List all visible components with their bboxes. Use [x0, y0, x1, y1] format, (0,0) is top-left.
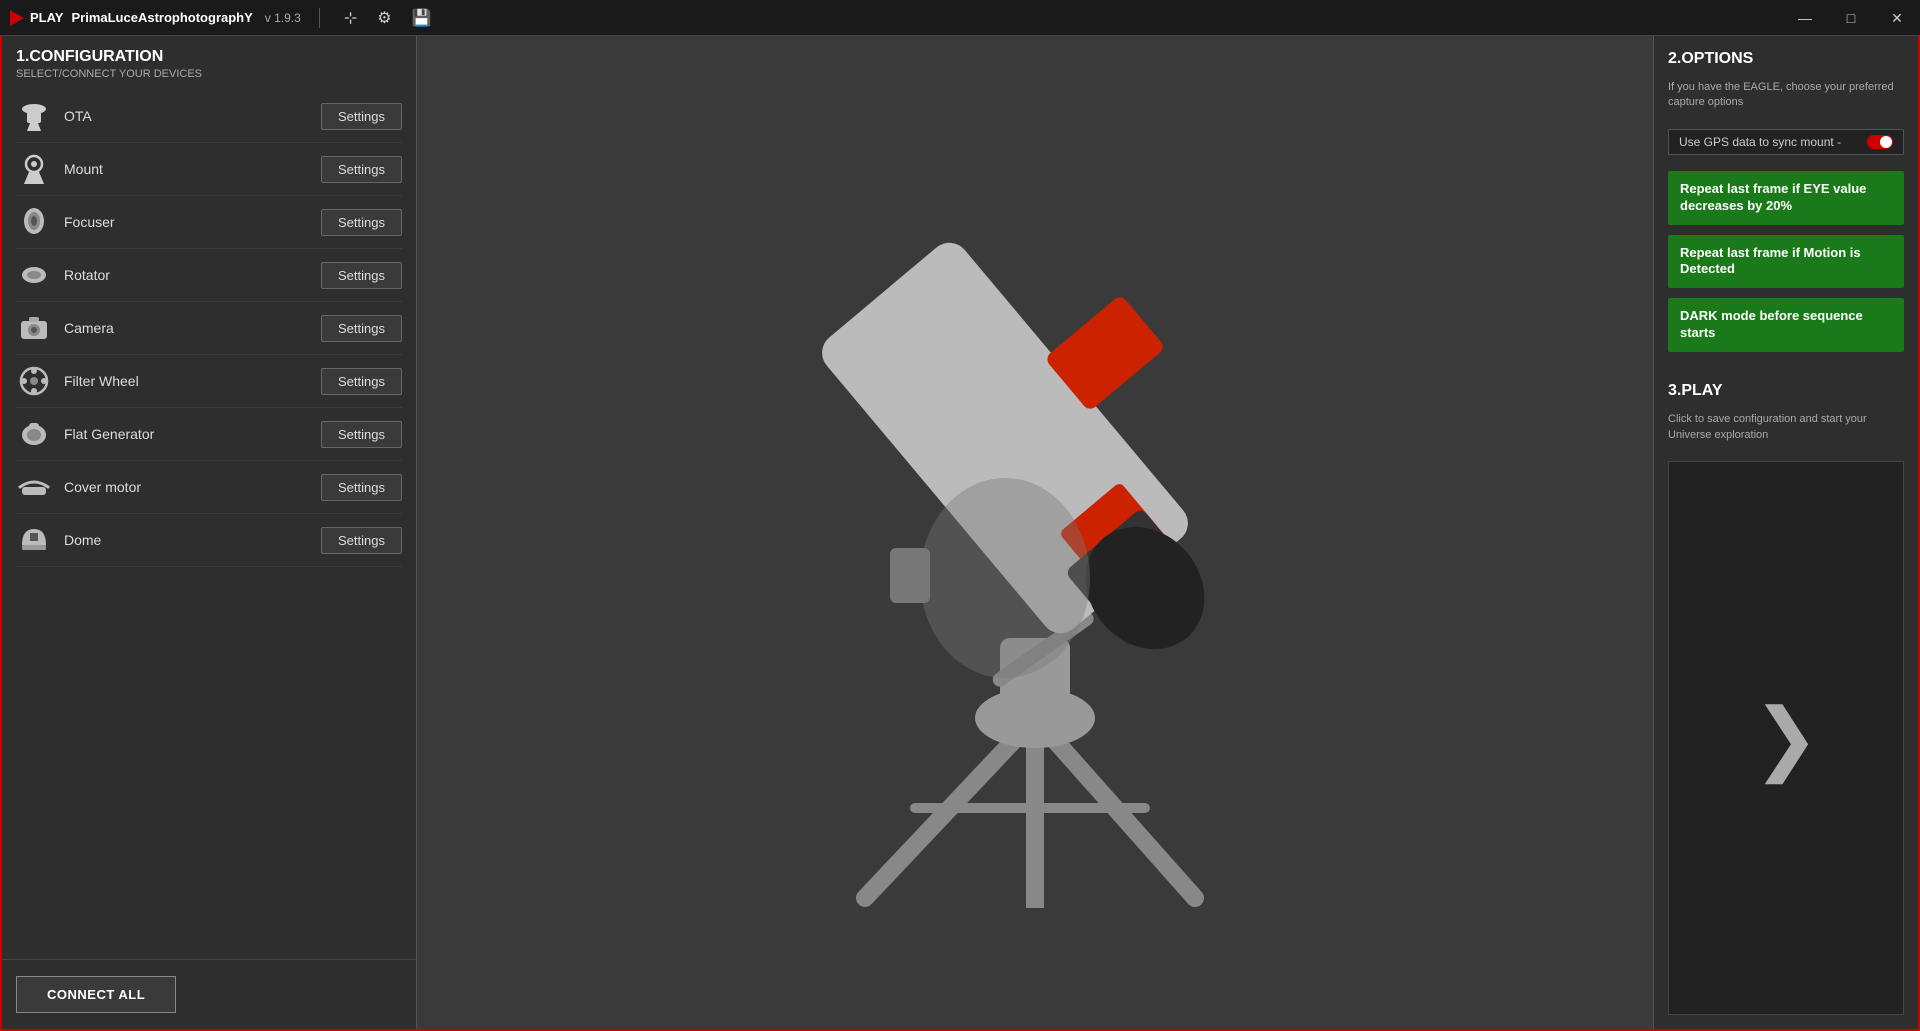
device-row-rotator: Rotator Settings: [16, 249, 402, 302]
gps-toggle[interactable]: [1867, 135, 1893, 149]
connect-all-button[interactable]: CONNECT ALL: [16, 976, 176, 1013]
options-title: 2.OPTIONS: [1668, 50, 1904, 68]
play-title: 3.PLAY: [1668, 382, 1904, 400]
main-container: 1.CONFIGURATION SELECT/CONNECT YOUR DEVI…: [0, 36, 1920, 1031]
gps-label: Use GPS data to sync mount -: [1679, 135, 1867, 149]
filterwheel-settings-button[interactable]: Settings: [321, 368, 402, 395]
mount-settings-button[interactable]: Settings: [321, 156, 402, 183]
dome-label: Dome: [64, 532, 309, 548]
camera-label: Camera: [64, 320, 309, 336]
option2-button[interactable]: Repeat last frame if Motion is Detected: [1668, 235, 1904, 289]
camera-icon: [16, 310, 52, 346]
config-title: 1.CONFIGURATION: [2, 36, 416, 68]
ota-settings-button[interactable]: Settings: [321, 103, 402, 130]
filterwheel-label: Filter Wheel: [64, 373, 309, 389]
config-subtitle: SELECT/CONNECT YOUR DEVICES: [2, 68, 416, 90]
rotator-label: Rotator: [64, 267, 309, 283]
device-row-filterwheel: Filter Wheel Settings: [16, 355, 402, 408]
app-logo: PLAY: [10, 10, 63, 26]
gps-row: Use GPS data to sync mount -: [1668, 129, 1904, 155]
ota-label: OTA: [64, 108, 309, 124]
cursor-icon[interactable]: ⊹: [338, 6, 363, 30]
device-row-focuser: Focuser Settings: [16, 196, 402, 249]
minimize-button[interactable]: —: [1782, 0, 1828, 36]
rotator-icon: [16, 257, 52, 293]
play-desc: Click to save configuration and start yo…: [1668, 412, 1904, 443]
dome-settings-button[interactable]: Settings: [321, 527, 402, 554]
rotator-settings-button[interactable]: Settings: [321, 262, 402, 289]
focuser-icon: [16, 204, 52, 240]
titlebar: PLAY PrimaLuceAstrophotographY v 1.9.3 ⊹…: [0, 0, 1920, 36]
app-name: PrimaLuceAstrophotographY: [71, 10, 252, 25]
left-panel: 1.CONFIGURATION SELECT/CONNECT YOUR DEVI…: [2, 36, 417, 1029]
save-icon[interactable]: 💾: [406, 6, 438, 30]
focuser-settings-button[interactable]: Settings: [321, 209, 402, 236]
camera-settings-button[interactable]: Settings: [321, 315, 402, 342]
flatgenerator-label: Flat Generator: [64, 426, 309, 442]
options-desc: If you have the EAGLE, choose your prefe…: [1668, 80, 1904, 111]
filterwheel-icon: [16, 363, 52, 399]
right-panel: 2.OPTIONS If you have the EAGLE, choose …: [1653, 36, 1918, 1029]
titlebar-separator: [319, 8, 320, 28]
covermotor-label: Cover motor: [64, 479, 309, 495]
close-button[interactable]: ✕: [1874, 0, 1920, 36]
play-chevron-icon: ❯: [1752, 698, 1819, 778]
dome-icon: [16, 522, 52, 558]
maximize-button[interactable]: □: [1828, 0, 1874, 36]
logo-triangle: [10, 10, 24, 26]
covermotor-settings-button[interactable]: Settings: [321, 474, 402, 501]
covermotor-icon: [16, 469, 52, 505]
device-row-mount: Mount Settings: [16, 143, 402, 196]
option1-button[interactable]: Repeat last frame if EYE value decreases…: [1668, 171, 1904, 225]
titlebar-left: PLAY PrimaLuceAstrophotographY v 1.9.3 ⊹…: [0, 6, 447, 30]
device-row-ota: OTA Settings: [16, 90, 402, 143]
device-row-dome: Dome Settings: [16, 514, 402, 567]
center-panel: [417, 36, 1653, 1029]
mount-icon: [16, 151, 52, 187]
connect-all-bar: CONNECT ALL: [2, 959, 416, 1029]
ota-icon: [16, 98, 52, 134]
play-label: PLAY: [30, 10, 63, 25]
play-button[interactable]: ❯: [1668, 461, 1904, 1015]
mount-label: Mount: [64, 161, 309, 177]
flatgenerator-settings-button[interactable]: Settings: [321, 421, 402, 448]
device-row-camera: Camera Settings: [16, 302, 402, 355]
option3-button[interactable]: DARK mode before sequence starts: [1668, 298, 1904, 352]
device-list: OTA Settings Mount Settings Focuser Sett…: [2, 90, 416, 959]
gps-toggle-knob: [1880, 136, 1892, 148]
telescope-illustration: [745, 158, 1325, 908]
device-row-flatgenerator: Flat Generator Settings: [16, 408, 402, 461]
focuser-label: Focuser: [64, 214, 309, 230]
flatgenerator-icon: [16, 416, 52, 452]
app-version: v 1.9.3: [265, 11, 301, 25]
device-row-covermotor: Cover motor Settings: [16, 461, 402, 514]
settings-icon[interactable]: ⚙: [371, 6, 397, 30]
window-controls: — □ ✕: [1782, 0, 1920, 36]
